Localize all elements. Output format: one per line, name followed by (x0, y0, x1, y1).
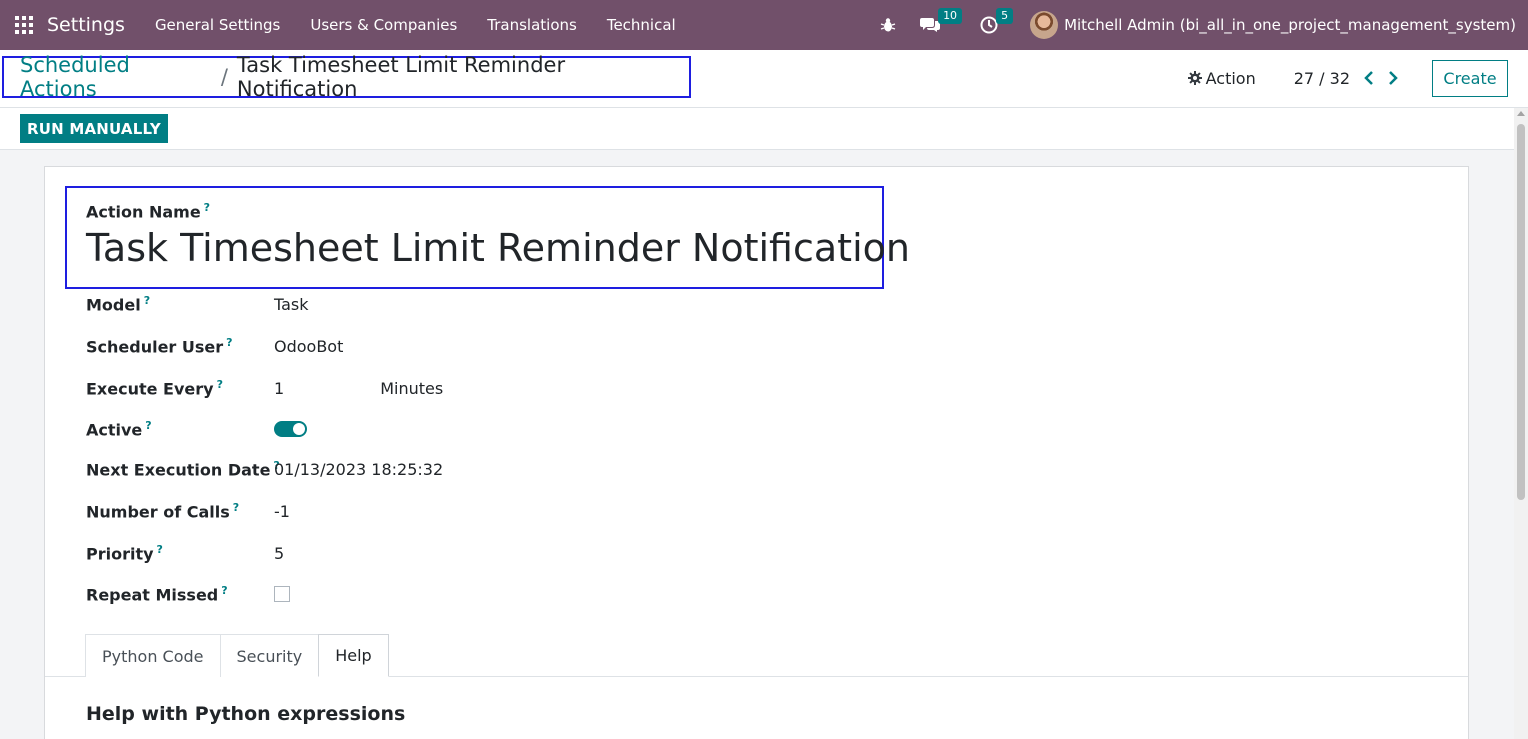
action-menu-label: Action (1205, 68, 1256, 88)
toggle-knob (293, 423, 305, 435)
pager-value[interactable]: 27 / 32 (1294, 69, 1350, 88)
breadcrumb-separator: / (220, 65, 228, 89)
clock-icon[interactable]: 5 (980, 8, 1014, 34)
interval-type-field[interactable]: Minutes (380, 379, 443, 398)
next-execution-date-field[interactable]: 01/13/2023 18:25:32 (274, 460, 443, 479)
menu-users-companies[interactable]: Users & Companies (310, 16, 457, 34)
control-panel-actions: Action 27 / 32 Create (1187, 59, 1508, 97)
tab-help[interactable]: Help (318, 634, 389, 677)
number-of-calls-field[interactable]: -1 (274, 502, 290, 521)
form-statusbar: RUN MANUALLY (0, 108, 1514, 150)
execute-every-label: Execute Every? (86, 377, 223, 399)
pager-next-icon[interactable] (1388, 71, 1398, 85)
help-tooltip-icon[interactable]: ? (217, 378, 223, 391)
breadcrumb-current: Task Timesheet Limit Reminder Notificati… (236, 53, 566, 101)
run-manually-button[interactable]: RUN MANUALLY (20, 114, 168, 143)
bug-icon[interactable] (880, 17, 896, 33)
menu-technical[interactable]: Technical (607, 16, 676, 34)
field-row-model: Model? Task (86, 292, 309, 316)
user-menu-name[interactable]: Mitchell Admin (bi_all_in_one_project_ma… (1064, 16, 1516, 34)
create-button[interactable]: Create (1432, 59, 1508, 97)
model-field[interactable]: Task (274, 295, 309, 314)
breadcrumb-scheduled-actions[interactable]: Scheduled Actions (20, 53, 212, 101)
navbar-systray: 10 5 Mitchell Admin (bi_all_in_one_proje… (858, 0, 1516, 50)
gear-icon (1187, 71, 1202, 85)
repeat-missed-label: Repeat Missed? (86, 583, 228, 605)
tab-security[interactable]: Security (219, 634, 320, 677)
scroll-thumb[interactable] (1517, 124, 1525, 500)
interval-number-field[interactable]: 1 (274, 379, 284, 398)
activities-count-badge: 5 (996, 8, 1014, 24)
action-name-box: Action Name? Task Timesheet Limit Remind… (65, 186, 910, 289)
menu-translations[interactable]: Translations (487, 16, 577, 34)
active-label: Active? (86, 418, 152, 440)
scheduler-user-label: Scheduler User? (86, 335, 233, 357)
help-tooltip-icon[interactable]: ? (145, 419, 151, 432)
field-row-number-of-calls: Number of Calls? -1 (86, 499, 290, 523)
notebook-tabs: Python Code Security Help (85, 634, 389, 677)
action-menu-button[interactable]: Action (1187, 68, 1256, 88)
scroll-up-icon[interactable] (1517, 111, 1525, 116)
priority-label: Priority? (86, 542, 163, 564)
number-of-calls-label: Number of Calls? (86, 500, 240, 522)
menu-general-settings[interactable]: General Settings (155, 16, 280, 34)
pager-previous-icon[interactable] (1364, 71, 1374, 85)
field-row-execute-every: Execute Every? 1 Minutes (86, 376, 443, 400)
field-row-active: Active? (86, 417, 307, 441)
apps-grid-icon[interactable] (0, 0, 47, 50)
model-label: Model? (86, 293, 151, 315)
action-name-field[interactable]: Task Timesheet Limit Reminder Notificati… (86, 226, 910, 270)
field-row-next-execution-date: Next Execution Date? 01/13/2023 18:25:32 (86, 457, 443, 481)
field-row-scheduler-user: Scheduler User? OdooBot (86, 334, 343, 358)
form-sheet: Action Name? Task Timesheet Limit Remind… (44, 166, 1469, 739)
help-tooltip-icon[interactable]: ? (226, 336, 232, 349)
top-navbar: Settings General Settings Users & Compan… (0, 0, 1528, 50)
help-heading: Help with Python expressions (86, 703, 406, 725)
field-row-repeat-missed: Repeat Missed? (86, 582, 290, 606)
action-name-label: Action Name? (86, 201, 211, 222)
breadcrumb: Scheduled Actions / Task Timesheet Limit… (2, 53, 691, 101)
vertical-scrollbar[interactable] (1514, 108, 1528, 739)
help-tooltip-icon[interactable]: ? (221, 584, 227, 597)
priority-field[interactable]: 5 (274, 544, 284, 563)
active-toggle[interactable] (274, 421, 307, 437)
tab-python-code[interactable]: Python Code (85, 634, 221, 677)
repeat-missed-checkbox[interactable] (274, 586, 290, 602)
help-tooltip-icon[interactable]: ? (144, 294, 150, 307)
help-tooltip-icon[interactable]: ? (204, 201, 210, 214)
help-tooltip-icon[interactable]: ? (233, 501, 239, 514)
messages-count-badge: 10 (938, 8, 963, 24)
next-execution-date-label: Next Execution Date? (86, 458, 280, 480)
help-tooltip-icon[interactable]: ? (157, 543, 163, 556)
field-row-priority: Priority? 5 (86, 541, 284, 565)
app-brand[interactable]: Settings (47, 14, 125, 36)
user-avatar[interactable] (1030, 11, 1059, 39)
chat-icon[interactable]: 10 (920, 8, 963, 34)
control-panel: Scheduled Actions / Task Timesheet Limit… (0, 50, 1528, 108)
scheduler-user-field[interactable]: OdooBot (274, 337, 343, 356)
